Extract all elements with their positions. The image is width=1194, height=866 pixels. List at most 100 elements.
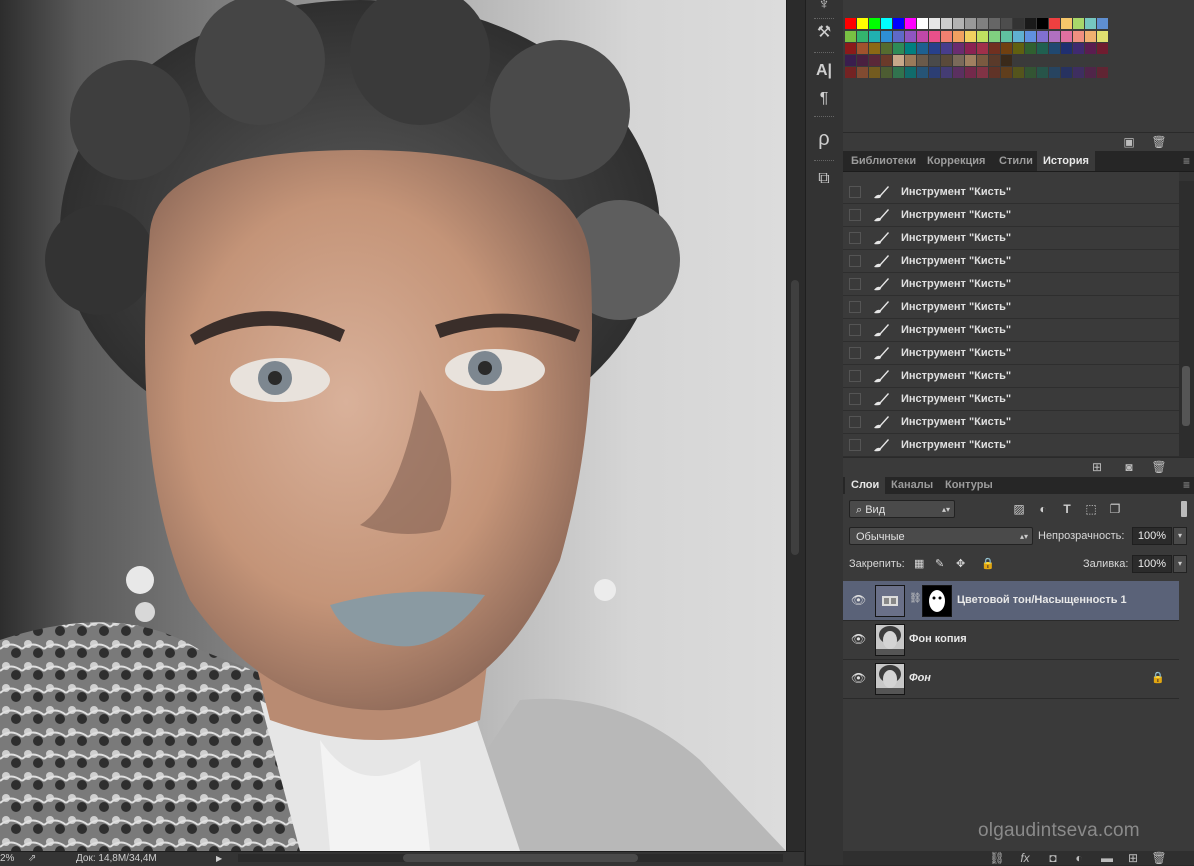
- add-mask-icon[interactable]: ◘: [1045, 851, 1061, 865]
- history-source-checkbox[interactable]: [849, 393, 861, 405]
- color-swatch[interactable]: [977, 67, 988, 78]
- clone-source-icon[interactable]: ⚒: [813, 22, 835, 44]
- trash-icon[interactable]: 🗑: [1151, 851, 1167, 865]
- link-layers-icon[interactable]: ⛓: [989, 851, 1005, 865]
- lock-pixels-icon[interactable]: ✎: [935, 555, 944, 573]
- history-source-checkbox[interactable]: [849, 232, 861, 244]
- layer-row[interactable]: 👁 ⛓ Цветовой тон/Насыщенность 1: [843, 581, 1179, 621]
- color-swatch[interactable]: [941, 55, 952, 66]
- color-swatch[interactable]: [1061, 67, 1072, 78]
- history-item[interactable]: Инструмент "Кисть": [843, 365, 1179, 388]
- tab-adjustments[interactable]: Коррекция: [921, 151, 991, 171]
- color-swatch[interactable]: [905, 18, 916, 29]
- color-swatch[interactable]: [893, 18, 904, 29]
- layer-mask-thumbnail[interactable]: [922, 585, 952, 617]
- layer-filter-select[interactable]: ⌕ Вид ▴▾: [849, 500, 955, 518]
- history-scroll-thumb[interactable]: [1182, 366, 1190, 426]
- new-document-from-state-icon[interactable]: ⊞: [1089, 460, 1105, 474]
- tab-styles[interactable]: Стили: [993, 151, 1039, 171]
- color-swatch[interactable]: [857, 31, 868, 42]
- history-scrollbar[interactable]: [1179, 181, 1194, 457]
- color-swatch[interactable]: [977, 55, 988, 66]
- color-swatch[interactable]: [893, 67, 904, 78]
- color-swatch[interactable]: [845, 67, 856, 78]
- canvas-vertical-scrollbar[interactable]: [786, 0, 805, 851]
- lock-position-icon[interactable]: ✥: [956, 555, 965, 573]
- history-source-checkbox[interactable]: [849, 186, 861, 198]
- history-item[interactable]: Инструмент "Кисть": [843, 411, 1179, 434]
- color-swatch[interactable]: [1061, 31, 1072, 42]
- color-swatch[interactable]: [845, 31, 856, 42]
- color-swatch[interactable]: [929, 31, 940, 42]
- panel-menu-icon[interactable]: ≡: [1183, 151, 1190, 171]
- color-swatch[interactable]: [845, 18, 856, 29]
- eye-visibility-icon[interactable]: 👁: [851, 671, 866, 685]
- lock-all-icon[interactable]: 🔒: [981, 555, 995, 573]
- camera-snapshot-icon[interactable]: ◙: [1121, 460, 1137, 474]
- share-arrow-icon[interactable]: ⇗: [28, 852, 36, 865]
- color-swatch[interactable]: [893, 31, 904, 42]
- color-swatch[interactable]: [977, 43, 988, 54]
- color-swatch[interactable]: [845, 55, 856, 66]
- color-swatch[interactable]: [1073, 31, 1084, 42]
- color-swatch[interactable]: [977, 31, 988, 42]
- color-swatch[interactable]: [1097, 31, 1108, 42]
- tab-paths[interactable]: Контуры: [939, 477, 999, 494]
- type-filter-icon[interactable]: T: [1059, 501, 1075, 517]
- fill-input[interactable]: 100%: [1132, 555, 1172, 573]
- color-swatch[interactable]: [917, 43, 928, 54]
- color-swatch[interactable]: [1097, 18, 1108, 29]
- history-source-checkbox[interactable]: [849, 347, 861, 359]
- color-swatch[interactable]: [857, 18, 868, 29]
- color-swatch[interactable]: [845, 43, 856, 54]
- color-swatch[interactable]: [989, 31, 1000, 42]
- color-swatch[interactable]: [989, 18, 1000, 29]
- trash-icon[interactable]: 🗑: [1151, 135, 1167, 149]
- color-swatch[interactable]: [1001, 55, 1012, 66]
- new-group-icon[interactable]: ▬: [1099, 851, 1115, 865]
- color-swatch[interactable]: [965, 43, 976, 54]
- character-icon[interactable]: A|: [813, 60, 835, 82]
- eye-visibility-icon[interactable]: 👁: [851, 632, 866, 646]
- color-swatch[interactable]: [905, 31, 916, 42]
- tab-layers[interactable]: Слои: [845, 477, 886, 494]
- history-item[interactable]: Инструмент "Кисть": [843, 204, 1179, 227]
- color-swatch[interactable]: [1073, 18, 1084, 29]
- color-swatch[interactable]: [917, 67, 928, 78]
- opacity-input[interactable]: 100%: [1132, 527, 1172, 545]
- color-swatch[interactable]: [869, 31, 880, 42]
- history-item[interactable]: Инструмент "Кисть": [843, 181, 1179, 204]
- color-swatch[interactable]: [929, 55, 940, 66]
- color-swatch[interactable]: [941, 43, 952, 54]
- color-swatch[interactable]: [989, 43, 1000, 54]
- document-canvas[interactable]: [0, 0, 786, 851]
- canvas-horizontal-scroll-thumb[interactable]: [403, 854, 638, 862]
- canvas-horizontal-scrollbar[interactable]: [238, 854, 783, 862]
- color-swatch[interactable]: [1061, 18, 1072, 29]
- color-swatch[interactable]: [1085, 31, 1096, 42]
- tab-history[interactable]: История: [1037, 151, 1095, 171]
- color-swatch[interactable]: [989, 67, 1000, 78]
- color-swatch[interactable]: [917, 31, 928, 42]
- color-swatch[interactable]: [1097, 43, 1108, 54]
- document-size-info[interactable]: Док: 14,8M/34,4M: [76, 852, 157, 865]
- history-item[interactable]: Инструмент "Кисть": [843, 273, 1179, 296]
- color-swatch[interactable]: [881, 43, 892, 54]
- filter-toggle-switch[interactable]: [1181, 501, 1187, 517]
- tab-channels[interactable]: Каналы: [885, 477, 939, 494]
- color-swatch[interactable]: [917, 55, 928, 66]
- color-swatch[interactable]: [1061, 43, 1072, 54]
- color-swatch[interactable]: [893, 43, 904, 54]
- blend-mode-select[interactable]: Обычные ▴▾: [849, 527, 1033, 545]
- opacity-dropdown-icon[interactable]: ▾: [1173, 527, 1187, 545]
- history-item[interactable]: Инструмент "Кисть": [843, 434, 1179, 457]
- canvas-vertical-scroll-thumb[interactable]: [791, 280, 799, 555]
- color-swatch[interactable]: [1097, 67, 1108, 78]
- color-swatch[interactable]: [941, 67, 952, 78]
- color-swatch[interactable]: [857, 43, 868, 54]
- color-swatch[interactable]: [965, 67, 976, 78]
- color-swatch[interactable]: [953, 43, 964, 54]
- color-swatch[interactable]: [869, 55, 880, 66]
- color-swatch[interactable]: [929, 67, 940, 78]
- color-swatch[interactable]: [977, 18, 988, 29]
